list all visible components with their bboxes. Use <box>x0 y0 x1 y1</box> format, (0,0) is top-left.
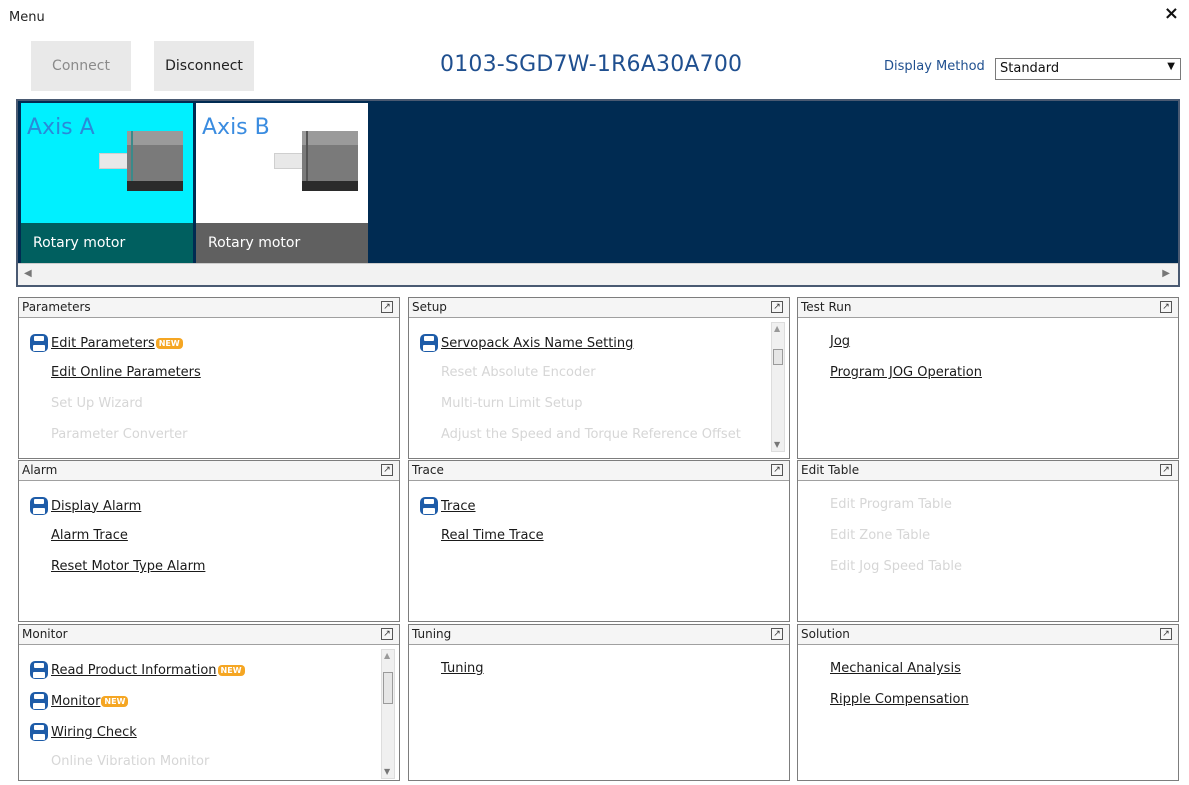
axis-name: Axis B <box>202 115 270 140</box>
expand-icon[interactable]: ↗ <box>771 628 783 640</box>
panel-parameters: Parameters ↗ Edit Parameters NEW Edit Onli… <box>18 297 400 459</box>
menu-item-read-product-information[interactable]: Read Product Information NEW <box>30 661 245 679</box>
axis-card-a[interactable]: Axis A Rotary motor <box>21 103 193 263</box>
panel-title: Monitor <box>22 627 68 641</box>
menu-item-reset-absolute-encoder: Reset Absolute Encoder <box>441 365 596 380</box>
menu-item-edit-zone-table: Edit Zone Table <box>830 528 931 543</box>
panel-title: Parameters <box>22 300 91 314</box>
scroll-right-icon[interactable]: ▶ <box>1162 268 1170 279</box>
expand-icon[interactable]: ↗ <box>381 301 393 313</box>
expand-icon[interactable]: ↗ <box>381 464 393 476</box>
floppy-icon <box>30 723 48 741</box>
expand-icon[interactable]: ↗ <box>1160 628 1172 640</box>
panel-test-run: Test Run ↗ Jog Program JOG Operation <box>797 297 1179 459</box>
close-icon[interactable]: × <box>1164 5 1179 23</box>
floppy-icon <box>30 692 48 710</box>
menu-item-multi-turn-limit-setup: Multi-turn Limit Setup <box>441 396 583 411</box>
menu-item-ripple-compensation[interactable]: Ripple Compensation <box>830 692 969 707</box>
axis-card-b[interactable]: Axis B Rotary motor <box>196 103 368 263</box>
chevron-down-icon: ▼ <box>1167 61 1175 72</box>
menu-item-alarm-trace[interactable]: Alarm Trace <box>51 528 128 543</box>
panel-solution: Solution ↗ Mechanical Analysis Ripple Com… <box>797 624 1179 781</box>
window-title: Menu <box>9 10 45 25</box>
menu-item-mechanical-analysis[interactable]: Mechanical Analysis <box>830 661 961 676</box>
floppy-icon <box>30 497 48 515</box>
menu-item-wiring-check[interactable]: Wiring Check <box>30 723 137 741</box>
floppy-icon <box>420 334 438 352</box>
vertical-scrollbar[interactable]: ▲ ▼ <box>771 322 785 452</box>
panel-title: Trace <box>412 463 444 477</box>
panel-alarm: Alarm ↗ Display Alarm Alarm Trace Reset M… <box>18 460 400 622</box>
display-method-value: Standard <box>1000 61 1060 76</box>
menu-item-edit-program-table: Edit Program Table <box>830 497 952 512</box>
panel-monitor: Monitor ↗ Read Product Information NEW Mon… <box>18 624 400 781</box>
floppy-icon <box>30 661 48 679</box>
menu-item-real-time-trace[interactable]: Real Time Trace <box>441 528 544 543</box>
menu-item-edit-jog-speed-table: Edit Jog Speed Table <box>830 559 962 574</box>
panel-title: Alarm <box>22 463 58 477</box>
axis-motor-type: Rotary motor <box>21 223 193 263</box>
display-method-label: Display Method <box>884 59 985 74</box>
menu-item-servopack-axis-name-setting[interactable]: Servopack Axis Name Setting <box>420 334 633 352</box>
new-badge: NEW <box>101 695 129 707</box>
panel-title: Test Run <box>801 300 852 314</box>
connect-button[interactable]: Connect <box>31 41 131 91</box>
panel-edit-table: Edit Table ↗ Edit Program Table Edit Zone… <box>797 460 1179 622</box>
display-method-select[interactable]: Standard ▼ <box>995 58 1181 80</box>
menu-item-edit-parameters[interactable]: Edit Parameters NEW <box>30 334 183 352</box>
menu-item-set-up-wizard: Set Up Wizard <box>51 396 143 411</box>
expand-icon[interactable]: ↗ <box>1160 301 1172 313</box>
menu-item-tuning[interactable]: Tuning <box>441 661 484 676</box>
expand-icon[interactable]: ↗ <box>381 628 393 640</box>
menu-item-parameter-converter: Parameter Converter <box>51 427 188 442</box>
panel-setup: Setup ↗ Servopack Axis Name Setting Reset… <box>408 297 790 459</box>
vertical-scrollbar[interactable]: ▲ ▼ <box>381 649 395 779</box>
device-title: 0103-SGD7W-1R6A30A700 <box>440 52 743 77</box>
menu-item-reset-motor-type-alarm[interactable]: Reset Motor Type Alarm <box>51 559 205 574</box>
new-badge: NEW <box>217 664 245 676</box>
axis-name: Axis A <box>27 115 95 140</box>
title-bar: Menu × <box>0 0 1189 34</box>
menu-item-display-alarm[interactable]: Display Alarm <box>30 497 141 515</box>
menu-item-online-vibration-monitor: Online Vibration Monitor <box>51 754 210 769</box>
menu-item-program-jog-operation[interactable]: Program JOG Operation <box>830 365 982 380</box>
scroll-left-icon[interactable]: ◀ <box>24 268 32 279</box>
expand-icon[interactable]: ↗ <box>1160 464 1172 476</box>
horizontal-scrollbar[interactable]: ◀ ▶ <box>18 263 1178 285</box>
axis-strip: Axis A Rotary motor Axis B Rotary motor … <box>16 99 1180 287</box>
panel-title: Setup <box>412 300 447 314</box>
floppy-icon <box>30 334 48 352</box>
disconnect-button[interactable]: Disconnect <box>154 41 254 91</box>
panel-title: Edit Table <box>801 463 860 477</box>
panel-trace: Trace ↗ Trace Real Time Trace <box>408 460 790 622</box>
menu-item-edit-online-parameters[interactable]: Edit Online Parameters <box>51 365 201 380</box>
panel-title: Tuning <box>412 627 452 641</box>
new-badge: NEW <box>155 337 183 349</box>
panel-title: Solution <box>801 627 850 641</box>
panel-tuning: Tuning ↗ Tuning <box>408 624 790 781</box>
menu-item-trace[interactable]: Trace <box>420 497 476 515</box>
axis-motor-type: Rotary motor <box>196 223 368 263</box>
expand-icon[interactable]: ↗ <box>771 464 783 476</box>
floppy-icon <box>420 497 438 515</box>
menu-item-jog[interactable]: Jog <box>830 334 850 349</box>
menu-item-monitor[interactable]: Monitor NEW <box>30 692 129 710</box>
menu-item-adjust-offset: Adjust the Speed and Torque Reference Of… <box>441 427 741 442</box>
expand-icon[interactable]: ↗ <box>771 301 783 313</box>
